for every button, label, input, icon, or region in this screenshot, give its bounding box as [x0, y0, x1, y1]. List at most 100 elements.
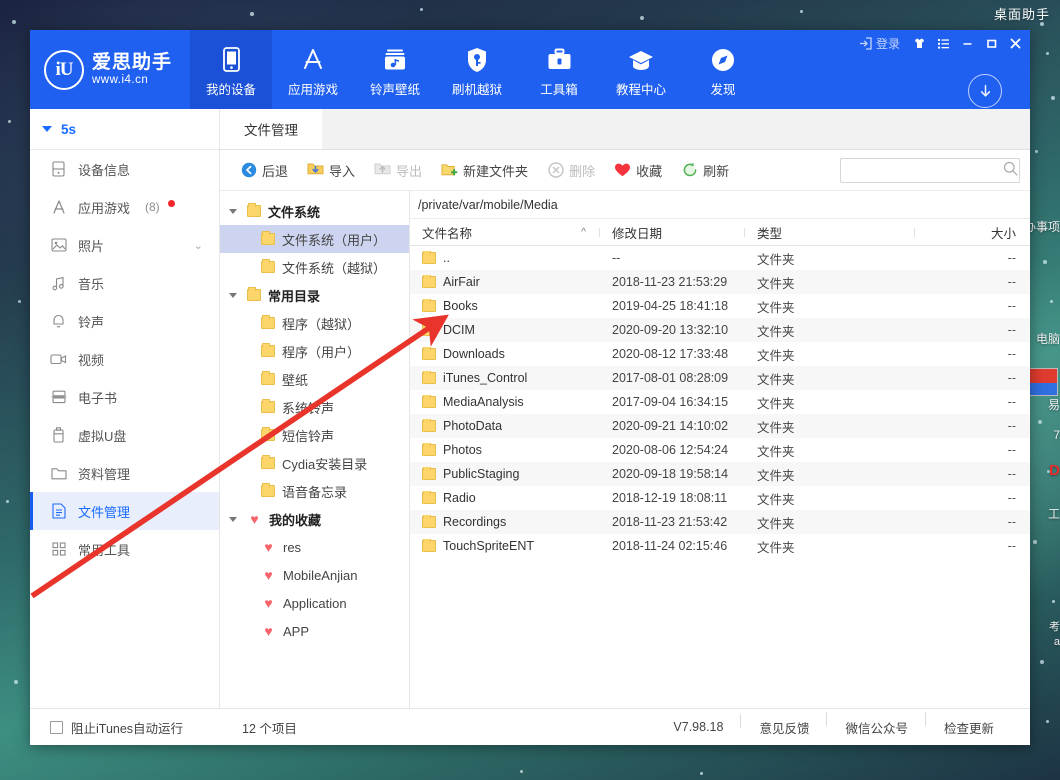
column-header-type[interactable]: 类型 [745, 223, 915, 242]
column-header-date[interactable]: 修改日期 [600, 223, 745, 242]
nav-my-device[interactable]: 我的设备 [190, 30, 272, 109]
delete-button[interactable]: 删除 [539, 157, 603, 184]
tree-node[interactable]: ♥ APP [220, 617, 409, 645]
search-box[interactable] [840, 157, 1020, 183]
table-row[interactable]: Photos 2020-08-06 12:54:24 文件夹 -- [410, 438, 1030, 462]
sidebar-item-apps-games[interactable]: 应用游戏 (8) [30, 188, 219, 226]
wechat-link[interactable]: 微信公众号 [827, 711, 926, 737]
table-row[interactable]: MediaAnalysis 2017-09-04 16:34:15 文件夹 -- [410, 390, 1030, 414]
background-star [1033, 540, 1037, 544]
tree-expand-triangle-icon[interactable] [226, 516, 240, 522]
nav-discover[interactable]: 发现 [682, 30, 764, 109]
table-row[interactable]: PublicStaging 2020-09-18 19:58:14 文件夹 -- [410, 462, 1030, 486]
tree-node[interactable]: 文件系统（越狱） [220, 253, 409, 281]
tree-expand-triangle-icon[interactable] [226, 208, 240, 214]
column-header-name[interactable]: 文件名称 ^ [410, 223, 600, 242]
table-row[interactable]: iTunes_Control 2017-08-01 08:28:09 文件夹 -- [410, 366, 1030, 390]
sidebar-item-device-info[interactable]: 设备信息 [30, 150, 219, 188]
table-row[interactable]: .. -- 文件夹 -- [410, 246, 1030, 270]
cell-name: PublicStaging [410, 467, 600, 481]
nav-apps-games[interactable]: 应用游戏 [272, 30, 354, 109]
sidebar-item-ringtone[interactable]: 铃声 [30, 302, 219, 340]
desktop-text-fragment: 易 [1047, 398, 1060, 412]
search-input[interactable] [848, 163, 1003, 177]
maximize-icon[interactable] [980, 33, 1002, 55]
sidebar-item-video[interactable]: 视频 [30, 340, 219, 378]
file-name: iTunes_Control [443, 371, 528, 385]
tree-node[interactable]: 文件系统（用户） [220, 225, 409, 253]
tree-node[interactable]: 程序（越狱） [220, 309, 409, 337]
desktop-text-fragment: a [1053, 636, 1060, 648]
nav-label: 我的设备 [205, 82, 256, 97]
export-button[interactable]: 导出 [366, 157, 430, 184]
tree-node[interactable]: Cydia安装目录 [220, 449, 409, 477]
tree-node[interactable]: 系统铃声 [220, 393, 409, 421]
table-row[interactable]: PhotoData 2020-09-21 14:10:02 文件夹 -- [410, 414, 1030, 438]
new-folder-button[interactable]: 新建文件夹 [433, 157, 536, 184]
button-label: 收藏 [636, 163, 663, 179]
back-button[interactable]: 后退 [232, 157, 296, 184]
heart-icon: ♥ [250, 511, 259, 527]
column-label: 大小 [990, 226, 1016, 241]
sidebar-item-ebook[interactable]: 电子书 [30, 378, 219, 416]
column-header-size[interactable]: 大小 [915, 223, 1030, 242]
appstore-icon [300, 46, 326, 74]
download-circle-icon[interactable] [968, 74, 1002, 108]
nav-toolbox[interactable]: 工具箱 [518, 30, 600, 109]
sidebar-item-music[interactable]: 音乐 [30, 264, 219, 302]
file-list-pane: /private/var/mobile/Media 文件名称 ^ 修改日期 类型… [410, 191, 1030, 708]
feedback-link[interactable]: 意见反馈 [741, 711, 828, 737]
table-row[interactable]: DCIM 2020-09-20 13:32:10 文件夹 -- [410, 318, 1030, 342]
refresh-button[interactable]: 刷新 [673, 157, 737, 184]
nav-flash-jailbreak[interactable]: 刷机越狱 [436, 30, 518, 109]
device-selector[interactable]: 5s [30, 109, 219, 150]
close-icon[interactable] [1004, 33, 1026, 55]
tree-node[interactable]: 语音备忘录 [220, 477, 409, 505]
tree-node-label: 常用目录 [268, 288, 321, 304]
button-label: 删除 [569, 163, 596, 179]
table-row[interactable]: TouchSpriteENT 2018-11-24 02:15:46 文件夹 -- [410, 534, 1030, 558]
table-row[interactable]: AirFair 2018-11-23 21:53:29 文件夹 -- [410, 270, 1030, 294]
block-itunes-label: 阻止iTunes自动运行 [71, 721, 184, 736]
brand-logo[interactable]: iU 爱思助手 www.i4.cn [30, 30, 190, 109]
tab-file-management[interactable]: 文件管理 [220, 108, 322, 149]
tree-expand-triangle-icon[interactable] [226, 292, 240, 298]
table-row[interactable]: Downloads 2020-08-12 17:33:48 文件夹 -- [410, 342, 1030, 366]
desktop-assistant-label[interactable]: 桌面助手 [994, 4, 1050, 23]
import-button[interactable]: 导入 [299, 157, 363, 184]
tree-node[interactable]: 短信铃声 [220, 421, 409, 449]
cell-name: Books [410, 299, 600, 313]
skin-icon[interactable] [908, 33, 930, 55]
sidebar-item-label: 应用游戏 [78, 200, 131, 216]
chevron-down-icon[interactable]: ⌄ [194, 239, 203, 252]
minimize-icon[interactable] [956, 33, 978, 55]
tree-node[interactable]: 程序（用户） [220, 337, 409, 365]
login-button[interactable]: 登录 [859, 35, 900, 52]
block-itunes-checkbox[interactable] [50, 720, 63, 734]
background-star [14, 680, 18, 684]
block-itunes-checkbox-wrap[interactable]: 阻止iTunes自动运行 [30, 718, 220, 737]
search-icon[interactable] [1003, 161, 1018, 179]
favorite-button[interactable]: 收藏 [606, 157, 670, 184]
sidebar-item-common-tools[interactable]: 常用工具 [30, 530, 219, 568]
table-row[interactable]: Radio 2018-12-19 18:08:11 文件夹 -- [410, 486, 1030, 510]
tree-node[interactable]: ♥ res [220, 533, 409, 561]
tree-node[interactable]: 常用目录 [220, 281, 409, 309]
check-update-link[interactable]: 检查更新 [926, 718, 1012, 737]
table-row[interactable]: Recordings 2018-11-23 21:53:42 文件夹 -- [410, 510, 1030, 534]
sidebar-item-file-manage[interactable]: 文件管理 [30, 492, 219, 530]
nav-ringtone-wallpaper[interactable]: 铃声壁纸 [354, 30, 436, 109]
tree-node[interactable]: 文件系统 [220, 197, 409, 225]
tree-node[interactable]: ♥ Application [220, 589, 409, 617]
tree-node[interactable]: ♥ 我的收藏 [220, 505, 409, 533]
tree-node[interactable]: 壁纸 [220, 365, 409, 393]
sidebar-item-data-manage[interactable]: 资料管理 [30, 454, 219, 492]
menu-icon[interactable] [932, 33, 954, 55]
sidebar-item-photos[interactable]: 照片 ⌄ [30, 226, 219, 264]
tree-node[interactable]: ♥ MobileAnjian [220, 561, 409, 589]
desktop-shortcut-icon[interactable] [1028, 368, 1058, 396]
nav-tutorial-center[interactable]: 教程中心 [600, 30, 682, 109]
sidebar-item-virtual-usb[interactable]: 虚拟U盘 [30, 416, 219, 454]
table-row[interactable]: Books 2019-04-25 18:41:18 文件夹 -- [410, 294, 1030, 318]
cell-size: -- [1007, 467, 1016, 481]
